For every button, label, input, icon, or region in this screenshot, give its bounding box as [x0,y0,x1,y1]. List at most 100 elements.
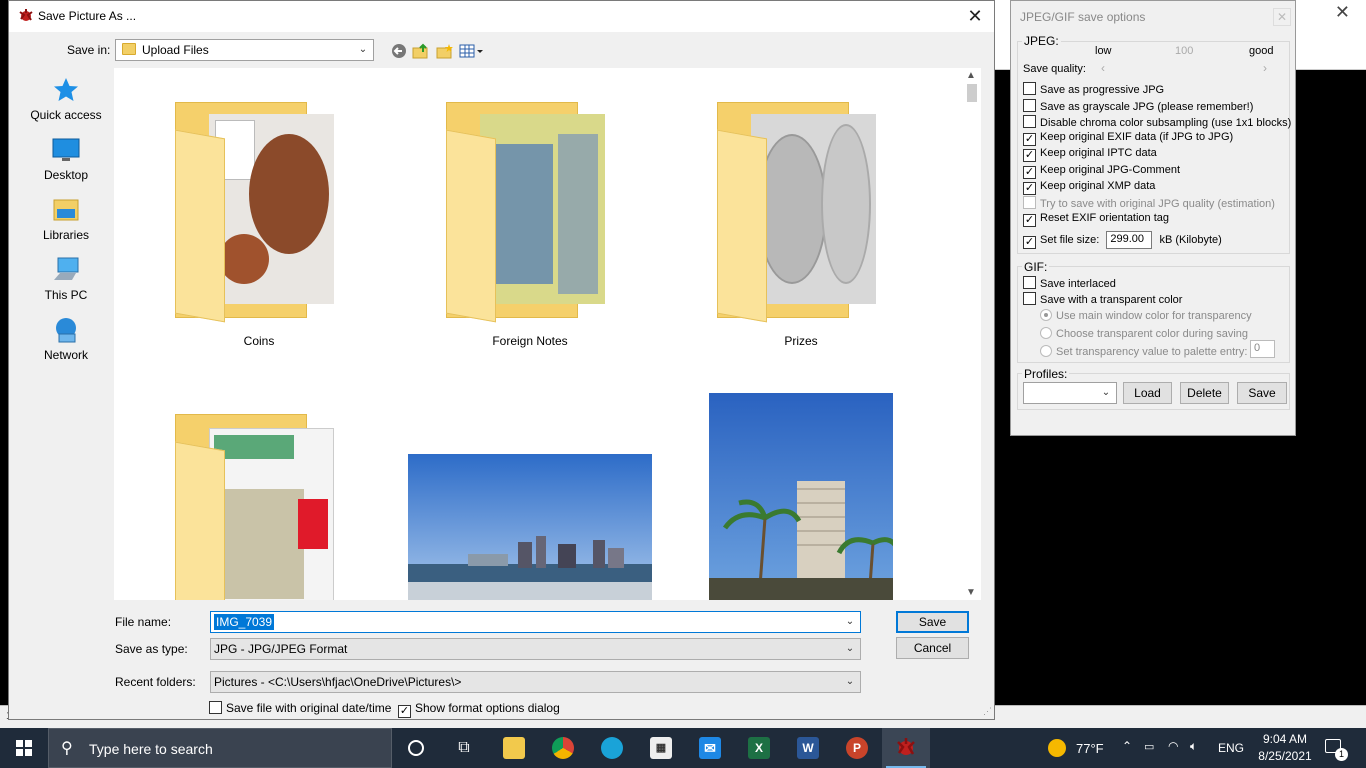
close-icon[interactable]: ✕ [1273,8,1291,26]
profile-save-button[interactable]: Save [1237,382,1287,404]
back-button[interactable] [389,41,409,61]
slider-left-arrow-icon[interactable]: ‹ [1101,61,1105,75]
file-name-value[interactable]: IMG_7039 [214,614,275,630]
checkbox-box[interactable] [1023,82,1036,95]
jpeg-option-checkbox[interactable]: ✓ Keep original XMP data [1023,180,1155,195]
option-label: Save with a transparent color [1040,294,1183,306]
vertical-scrollbar[interactable]: ▲ ▼ [963,68,981,600]
checkbox-box[interactable] [1023,115,1036,128]
save-as-type-value: JPG - JPG/JPEG Format [214,642,348,656]
checkbox-box[interactable] [1023,99,1036,112]
language-indicator[interactable]: ENG [1218,741,1244,757]
wifi-icon[interactable]: ◠ [1168,739,1178,753]
close-icon[interactable]: ✕ [962,3,988,29]
checkbox-box-checked[interactable]: ✓ [1023,214,1036,227]
folder-item-coins[interactable]: Coins [159,98,359,358]
checkbox-box-checked[interactable]: ✓ [398,705,411,718]
taskbar-search-box[interactable]: ⚲ Type here to search [48,728,392,768]
volume-icon[interactable]: 🔈︎ [1190,739,1197,754]
scroll-up-arrow-icon[interactable]: ▲ [966,70,976,81]
chrome-button[interactable] [539,728,587,768]
checkbox-box-checked[interactable]: ✓ [1023,149,1036,162]
excel-button[interactable]: X [735,728,783,768]
cancel-button[interactable]: Cancel [896,637,969,659]
save-as-type-dropdown[interactable]: JPG - JPG/JPEG Format ⌄ [210,638,861,660]
scroll-down-arrow-icon[interactable]: ▼ [966,587,976,598]
option-label: Reset EXIF orientation tag [1040,212,1170,224]
file-size-input[interactable]: 299.00 [1106,231,1153,249]
checkbox-box[interactable] [209,701,222,714]
new-folder-button[interactable] [435,41,455,61]
checkbox-box[interactable] [1023,276,1036,289]
folder-flap [446,129,496,323]
place-this-pc[interactable]: This PC [21,256,111,312]
jpeg-option-checkbox[interactable]: ✓ Keep original JPG-Comment [1023,164,1180,179]
keep-date-checkbox[interactable]: Save file with original date/time [209,701,391,715]
jpeg-option-checkbox[interactable]: Save as progressive JPG [1023,82,1164,96]
store-button[interactable]: ▦ [637,728,685,768]
place-desktop[interactable]: Desktop [21,136,111,192]
checkbox-box-checked[interactable]: ✓ [1023,166,1036,179]
checkbox-box-checked[interactable]: ✓ [1023,133,1036,146]
gif-option-checkbox[interactable]: Save interlaced [1023,276,1116,290]
chrome-icon [552,737,574,759]
profiles-dropdown[interactable]: ⌄ [1023,382,1117,404]
save-button[interactable]: Save [896,611,969,633]
checkbox-box-checked[interactable]: ✓ [1023,182,1036,195]
start-button[interactable] [0,728,48,768]
taskbar-clock[interactable]: 9:04 AM 8/25/2021 [1250,731,1320,765]
jpeg-gif-options-window: JPEG/GIF save options ✕ JPEG: low 100 go… [1010,0,1296,436]
folder-item-bank-notes[interactable] [159,410,359,600]
file-size-checkbox[interactable]: ✓ [1023,235,1036,249]
jpeg-option-checkbox[interactable]: Disable chroma color subsampling (use 1x… [1023,115,1291,129]
powerpoint-button[interactable]: P [833,728,881,768]
jpeg-group-label: JPEG: [1022,34,1061,48]
place-libraries[interactable]: Libraries [21,196,111,252]
jpeg-option-checkbox[interactable]: ✓ Reset EXIF orientation tag [1023,212,1169,227]
recent-folders-dropdown[interactable]: Pictures - <C:\Users\hfjac\OneDrive\Pict… [210,671,861,693]
cortana-button[interactable] [392,728,440,768]
view-menu-button[interactable] [459,41,485,61]
computer-icon [54,257,79,280]
banknote-thumbnail [480,114,605,304]
folder-item-prizes[interactable]: Prizes [701,98,901,358]
gif-option-checkbox[interactable]: Save with a transparent color [1023,292,1182,306]
place-quick-access[interactable]: Quick access [21,76,111,132]
irfanview-taskbar-button[interactable] [882,728,930,768]
chevron-up-icon[interactable]: ⌃ [1122,739,1132,753]
background-close-icon[interactable]: ✕ [1335,2,1350,23]
task-view-button[interactable]: ⧉ [440,728,488,768]
keep-date-label: Save file with original date/time [226,701,392,715]
notification-button[interactable]: 1 [1322,728,1348,768]
scroll-thumb[interactable] [967,84,977,102]
system-tray-icons[interactable]: ⌃ ▭ ◠ 🔈︎ [1120,728,1220,768]
show-options-checkbox[interactable]: ✓ Show format options dialog [398,701,560,718]
battery-icon[interactable]: ▭ [1144,740,1154,753]
save-in-dropdown[interactable]: Upload Files ⌄ [115,39,374,61]
jpeg-option-checkbox[interactable]: ✓ Keep original EXIF data (if JPG to JPG) [1023,131,1233,146]
file-list-view[interactable]: Coins Foreign Notes Prizes ▲ ▼ [114,68,981,600]
jpeg-option-checkbox[interactable]: Save as grayscale JPG (please remember!) [1023,99,1253,113]
jpeg-option-checkbox[interactable]: ✓ Keep original IPTC data [1023,147,1157,162]
up-folder-button[interactable] [411,41,431,61]
folder-item-foreign-notes[interactable]: Foreign Notes [430,98,630,358]
checkbox-box[interactable] [1023,292,1036,305]
palm-photo-thumbnail [709,393,893,600]
mail-button[interactable]: ✉ [686,728,734,768]
edge-button[interactable] [588,728,636,768]
image-item-palm-trees[interactable] [709,393,893,600]
options-titlebar[interactable]: JPEG/GIF save options ✕ [1011,1,1295,33]
load-button[interactable]: Load [1123,382,1172,404]
place-network[interactable]: Network [21,316,111,372]
file-size-row[interactable]: ✓ Set file size: 299.00 kB (Kilobyte) [1023,231,1222,249]
file-explorer-button[interactable] [490,728,538,768]
palette-entry-input[interactable]: 0 [1250,340,1275,358]
file-name-input[interactable]: IMG_7039 ⌄ [210,611,861,633]
chevron-down-icon[interactable]: ⌄ [844,614,856,630]
resize-grip-icon[interactable]: ⋰ [983,706,992,717]
slider-right-arrow-icon[interactable]: › [1263,61,1267,75]
image-item-harbor[interactable] [408,454,652,600]
dialog-titlebar[interactable]: Save Picture As ... ✕ [9,1,994,32]
delete-button[interactable]: Delete [1180,382,1229,404]
word-button[interactable]: W [784,728,832,768]
